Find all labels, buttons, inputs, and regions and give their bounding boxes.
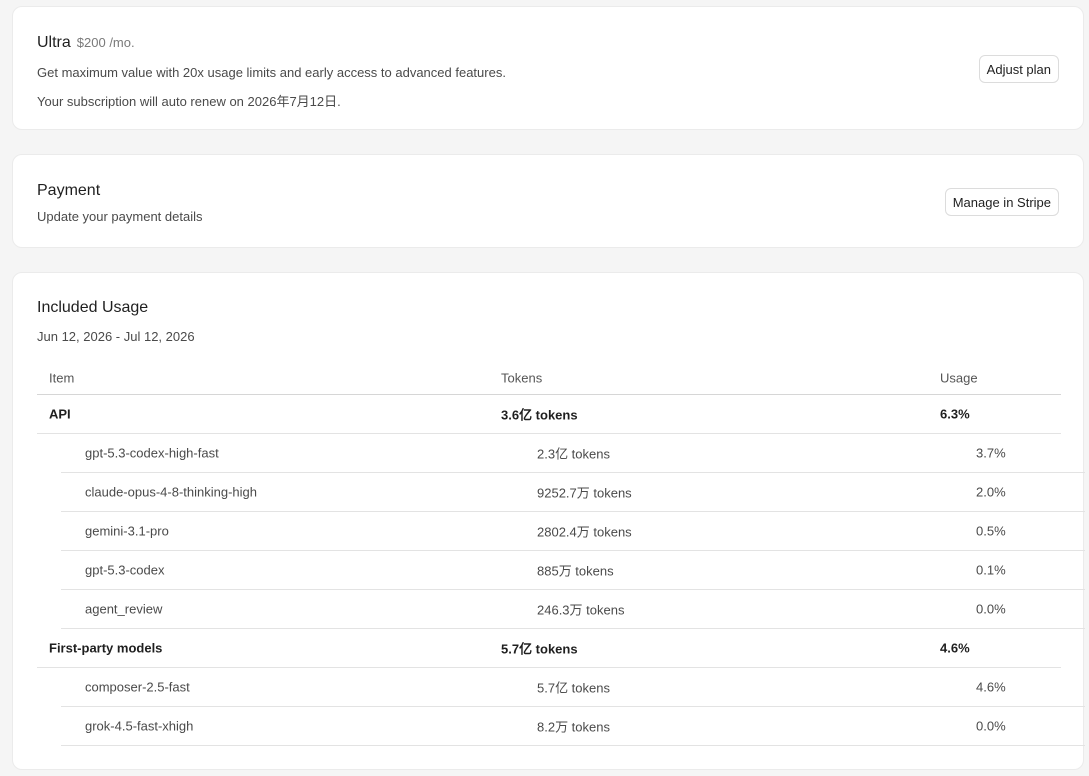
row-usage: 6.3% bbox=[940, 406, 970, 422]
row-tokens: 5.7亿 tokens bbox=[501, 641, 578, 657]
row-usage: 3.7% bbox=[976, 445, 1006, 461]
adjust-plan-button[interactable]: Adjust plan bbox=[978, 55, 1059, 83]
row-tokens: 2.3亿 tokens bbox=[537, 446, 610, 462]
row-tokens: 246.3万 tokens bbox=[537, 602, 625, 618]
plan-card: Ultra $200 /mo. Get maximum value with 20… bbox=[12, 6, 1084, 130]
plan-name: Ultra bbox=[37, 34, 71, 51]
table-row: grok-4.5-fast-xhigh 8.2万 tokens 0.0% bbox=[61, 707, 1085, 746]
included-usage-card: Included Usage Jun 12, 2026 - Jul 12, 20… bbox=[12, 272, 1085, 770]
payment-card: Payment Update your payment details Mana… bbox=[12, 154, 1084, 248]
usage-table-header: Item Tokens Usage bbox=[37, 361, 1061, 395]
table-row: agent_review 246.3万 tokens 0.0% bbox=[61, 590, 1085, 629]
payment-title: Payment bbox=[37, 182, 101, 199]
row-item: gemini-3.1-pro bbox=[85, 523, 169, 539]
column-header-usage: Usage bbox=[940, 370, 978, 385]
row-tokens: 9252.7万 tokens bbox=[537, 485, 632, 501]
manage-in-stripe-button[interactable]: Manage in Stripe bbox=[944, 188, 1059, 216]
row-item: First-party models bbox=[49, 640, 163, 656]
table-row-group: First-party models 5.7亿 tokens 4.6% bbox=[37, 629, 1061, 668]
row-usage: 4.6% bbox=[976, 679, 1006, 695]
row-item: agent_review bbox=[85, 601, 163, 617]
table-row-group: API 3.6亿 tokens 6.3% bbox=[37, 395, 1061, 434]
payment-description: Update your payment details bbox=[37, 209, 203, 224]
row-item: composer-2.5-fast bbox=[85, 679, 190, 695]
row-tokens: 2802.4万 tokens bbox=[537, 524, 632, 540]
usage-title: Included Usage bbox=[37, 299, 149, 316]
table-row: gemini-3.1-pro 2802.4万 tokens 0.5% bbox=[61, 512, 1085, 551]
plan-renewal-text: Your subscription will auto renew on 202… bbox=[37, 94, 341, 109]
row-item: grok-4.5-fast-xhigh bbox=[85, 718, 194, 734]
row-usage: 0.0% bbox=[976, 601, 1006, 617]
row-item: API bbox=[49, 406, 71, 422]
usage-period: Jun 12, 2026 - Jul 12, 2026 bbox=[37, 329, 195, 344]
row-item: gpt-5.3-codex bbox=[85, 562, 165, 578]
usage-table: Item Tokens Usage API 3.6亿 tokens 6.3% g… bbox=[37, 361, 1085, 746]
plan-price: $200 /mo. bbox=[76, 35, 135, 50]
row-usage: 0.1% bbox=[976, 562, 1006, 578]
plan-description: Get maximum value with 20x usage limits … bbox=[37, 65, 506, 80]
row-tokens: 5.7亿 tokens bbox=[537, 680, 610, 696]
table-row: composer-2.5-fast 5.7亿 tokens 4.6% bbox=[61, 668, 1085, 707]
row-usage: 2.0% bbox=[976, 484, 1006, 500]
column-header-tokens: Tokens bbox=[501, 370, 543, 385]
table-row: claude-opus-4-8-thinking-high 9252.7万 to… bbox=[61, 473, 1085, 512]
row-tokens: 8.2万 tokens bbox=[537, 719, 610, 735]
row-tokens: 885万 tokens bbox=[537, 563, 614, 579]
row-usage: 0.5% bbox=[976, 523, 1006, 539]
plan-title: Ultra $200 /mo. bbox=[37, 34, 135, 52]
row-item: claude-opus-4-8-thinking-high bbox=[85, 484, 257, 500]
column-header-item: Item bbox=[49, 370, 75, 385]
row-tokens: 3.6亿 tokens bbox=[501, 407, 578, 423]
row-item: gpt-5.3-codex-high-fast bbox=[85, 445, 219, 461]
table-row: gpt-5.3-codex-high-fast 2.3亿 tokens 3.7% bbox=[61, 434, 1085, 473]
row-usage: 4.6% bbox=[940, 640, 970, 656]
table-row: gpt-5.3-codex 885万 tokens 0.1% bbox=[61, 551, 1085, 590]
row-usage: 0.0% bbox=[976, 718, 1006, 734]
